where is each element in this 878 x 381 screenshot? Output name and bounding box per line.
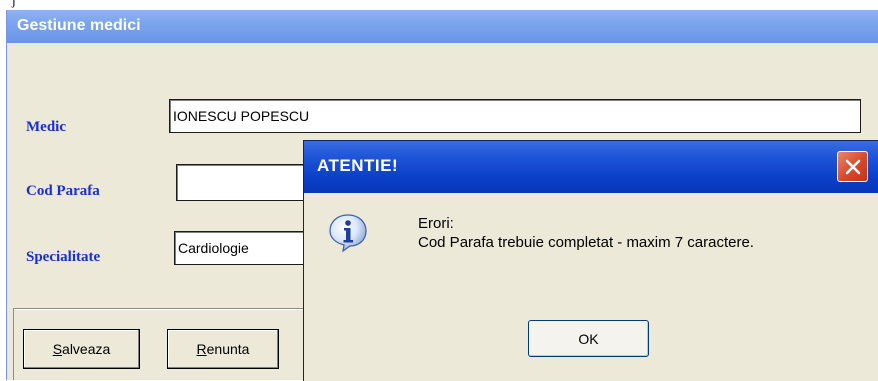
button-panel-edge <box>13 308 14 380</box>
cancel-button[interactable]: Renunta <box>167 329 279 369</box>
main-window-title: Gestiune medici <box>17 17 141 34</box>
background-window-edge: j <box>0 0 878 10</box>
cod-parafa-input[interactable] <box>176 164 316 201</box>
dialog-message: Erori: Cod Parafa trebuie completat - ma… <box>418 214 754 252</box>
dialog-title: ATENTIE! <box>317 156 399 175</box>
message-line-2: Cod Parafa trebuie completat - maxim 7 c… <box>418 234 754 251</box>
specialitate-label: Specialitate <box>26 249 101 265</box>
close-button[interactable] <box>837 151 868 182</box>
save-button-label: alveaza <box>62 341 111 357</box>
cod-parafa-label: Cod Parafa <box>26 183 100 199</box>
info-icon <box>329 214 367 253</box>
medic-input[interactable]: IONESCU POPESCU <box>169 99 861 133</box>
background-text-fragment: j <box>12 0 16 8</box>
ok-button[interactable]: OK <box>528 320 649 357</box>
main-title-bar[interactable]: Gestiune medici <box>7 10 878 43</box>
dialog-body: Erori: Cod Parafa trebuie completat - ma… <box>304 193 878 381</box>
medic-label: Medic <box>26 119 66 135</box>
alert-dialog: ATENTIE! Erori: Cod Parafa trebuie compl… <box>303 140 878 381</box>
message-line-1: Erori: <box>418 215 454 232</box>
specialitate-select[interactable]: Cardiologie <box>174 231 314 265</box>
cancel-button-mnemonic: R <box>196 341 207 357</box>
dialog-title-bar[interactable]: ATENTIE! <box>304 141 878 193</box>
save-button-mnemonic: S <box>52 341 63 357</box>
cancel-button-label: enunta <box>206 341 250 357</box>
close-icon <box>845 159 860 174</box>
save-button[interactable]: Salveaza <box>23 329 140 369</box>
